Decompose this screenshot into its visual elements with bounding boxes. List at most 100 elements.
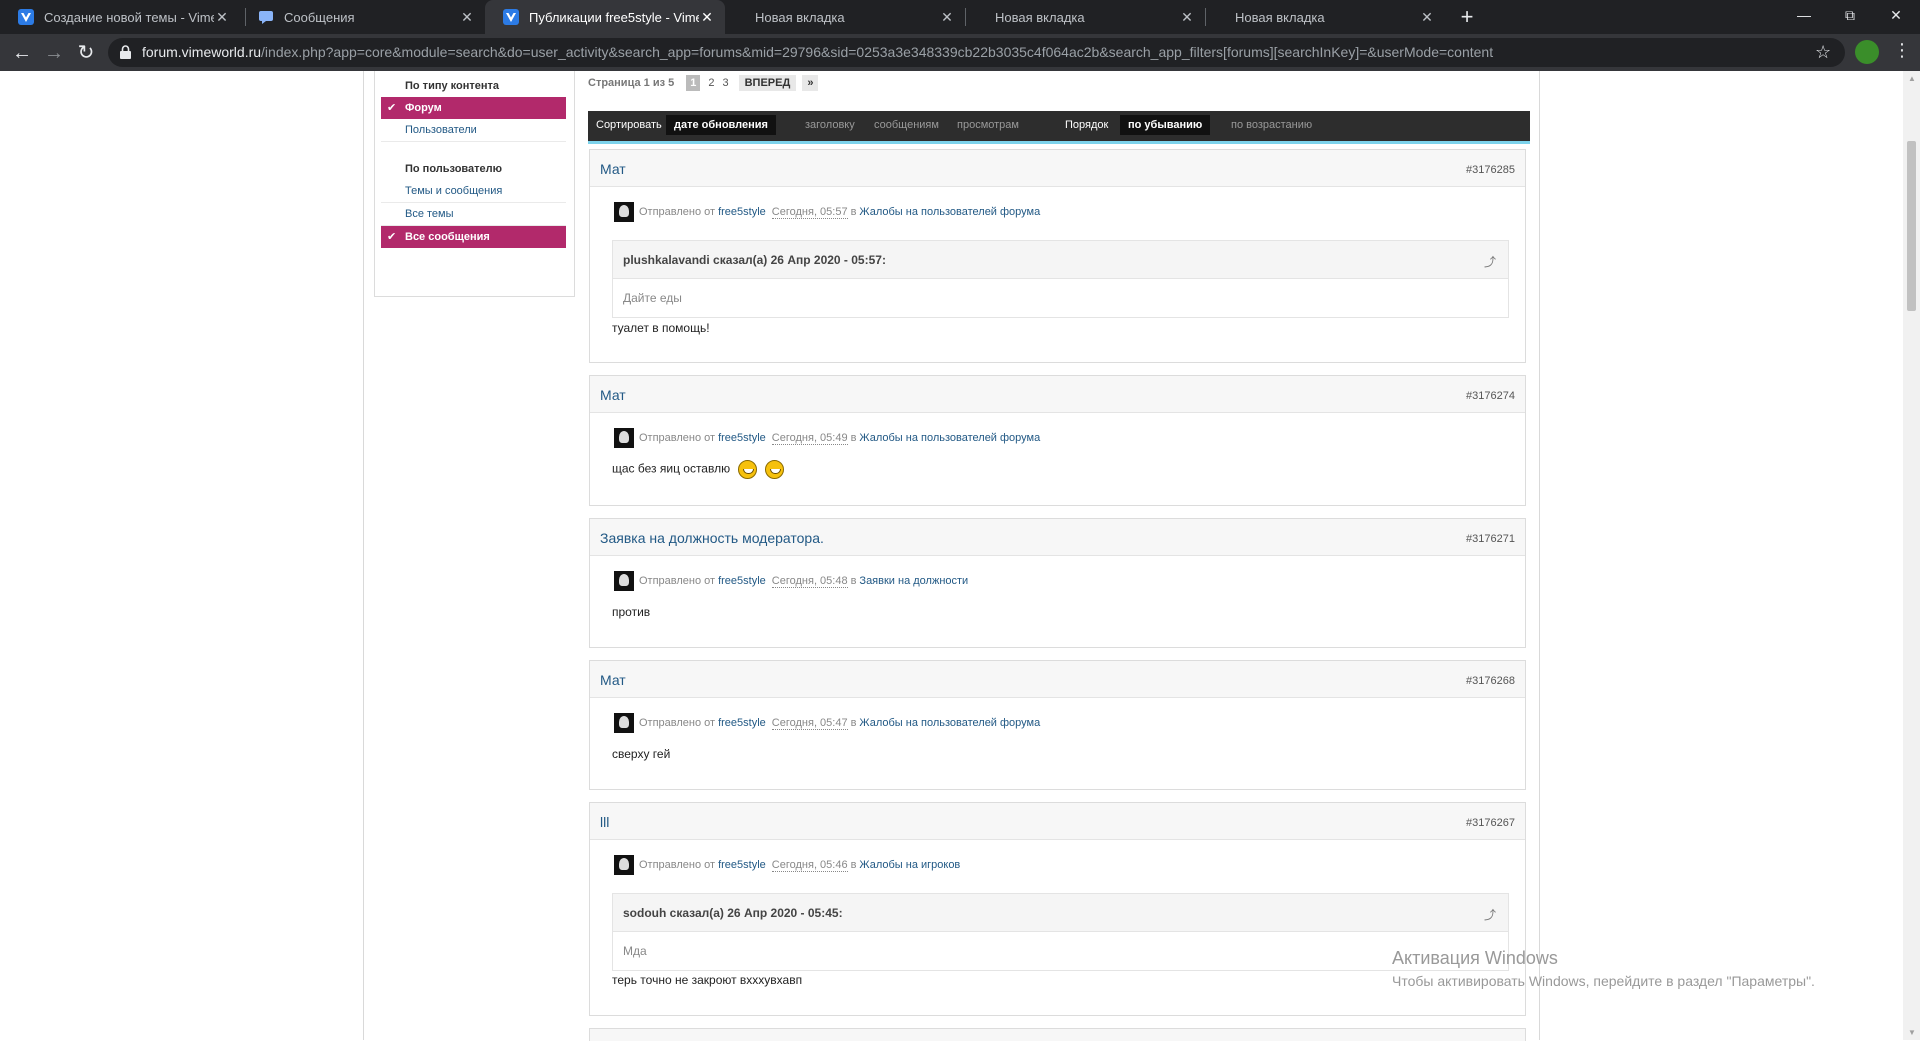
page-1-current: 1	[686, 75, 701, 91]
forum-link[interactable]: Жалобы на пользователей форума	[859, 206, 1040, 218]
page-3-link[interactable]: 3	[722, 77, 728, 89]
restore-icon[interactable]: ⧉	[1827, 0, 1873, 30]
tab-title: Создание новой темы - VimeWorld	[44, 9, 214, 25]
close-icon[interactable]: ✕	[214, 9, 230, 26]
minimize-icon[interactable]: —	[1781, 0, 1827, 30]
post-header: Мат #3176268	[590, 661, 1525, 698]
window-close-icon[interactable]: ✕	[1873, 0, 1919, 30]
tab-title: Публикации free5style - VimeWorld	[529, 9, 699, 25]
post-header: Мат #3176274	[590, 376, 1525, 413]
post-title-link[interactable]: lll	[600, 814, 609, 830]
search-result-post: Мат #3176274 Отправлено от free5style Се…	[589, 375, 1526, 506]
avatar[interactable]	[614, 855, 634, 875]
close-icon[interactable]: ✕	[939, 9, 955, 26]
sort-label: Сортировать	[596, 119, 662, 131]
watermark-subtitle: Чтобы активировать Windows, перейдите в …	[1392, 973, 1815, 989]
close-icon[interactable]: ✕	[1419, 9, 1435, 26]
post-body: туалет в помощь!	[612, 321, 710, 335]
posted-by-label: Отправлено от	[639, 206, 716, 218]
vimeworld-icon	[503, 9, 519, 25]
scroll-down-icon[interactable]: ▼	[1908, 1028, 1916, 1037]
avatar[interactable]	[614, 202, 634, 222]
post-title-link[interactable]: Заявка на должность модератора.	[600, 530, 824, 546]
watermark-title: Активация Windows	[1392, 948, 1558, 968]
browser-tab-strip: Создание новой темы - VimeWorld ✕ Сообще…	[0, 0, 1920, 34]
browser-tab-6[interactable]: Новая вкладка ✕	[1205, 0, 1445, 34]
forum-link[interactable]: Жалобы на игроков	[859, 859, 960, 871]
post-id-link[interactable]: #3176274	[1466, 390, 1515, 402]
post-title-link[interactable]: Мат	[600, 387, 626, 403]
last-page-button[interactable]: »	[802, 75, 819, 91]
back-arrow-icon[interactable]: ←	[10, 41, 34, 65]
page-right-border	[1539, 71, 1540, 1040]
author-link[interactable]: free5style	[718, 432, 766, 444]
post-header: Заявка на должность модератора. #3176271	[590, 519, 1525, 556]
scroll-up-icon[interactable]: ▲	[1908, 74, 1916, 83]
filter-item-topics-and-posts[interactable]: Темы и сообщения	[381, 180, 566, 203]
in-label: в	[850, 859, 857, 871]
reload-icon[interactable]: ↻	[74, 41, 98, 65]
filter-item-all-topics[interactable]: Все темы	[381, 203, 566, 226]
search-result-post: Мат #3176268 Отправлено от free5style Се…	[589, 660, 1526, 790]
post-meta: Отправлено от free5style Сегодня, 05:46 …	[614, 855, 960, 875]
profile-avatar[interactable]	[1855, 40, 1879, 64]
order-descending[interactable]: по убыванию	[1120, 115, 1211, 135]
browser-tab-1[interactable]: Создание новой темы - VimeWorld ✕	[0, 0, 240, 34]
forum-link[interactable]: Жалобы на пользователей форума	[859, 717, 1040, 729]
laughing-smiley-icon	[738, 460, 758, 479]
scrollbar-thumb[interactable]	[1907, 141, 1916, 311]
forward-arrow-icon[interactable]: →	[42, 41, 66, 65]
filter-item-users[interactable]: Пользователи	[381, 119, 566, 142]
post-body: против	[612, 605, 651, 619]
in-label: в	[850, 575, 857, 587]
close-icon[interactable]: ✕	[699, 9, 715, 26]
order-ascending[interactable]: по возрастанию	[1231, 119, 1312, 131]
in-label: в	[850, 206, 857, 218]
post-id-link[interactable]: #3176285	[1466, 164, 1515, 176]
avatar[interactable]	[614, 571, 634, 591]
tab-title: Новая вкладка	[755, 9, 845, 25]
post-id-link[interactable]: #3176268	[1466, 675, 1515, 687]
post-time: Сегодня, 05:57	[771, 205, 848, 219]
post-time: Сегодня, 05:48	[771, 574, 848, 588]
menu-kebab-icon[interactable]: ⋮	[1893, 40, 1911, 61]
post-id-link[interactable]: #3176267	[1466, 817, 1515, 829]
post-title-link[interactable]: Мат	[600, 161, 626, 177]
address-bar[interactable]: forum.vimeworld.ru/index.php?app=core&mo…	[108, 38, 1845, 67]
browser-tab-2[interactable]: Сообщения ✕	[240, 0, 485, 34]
browser-tab-5[interactable]: Новая вкладка ✕	[965, 0, 1205, 34]
page-scrollbar[interactable]: ▲ ▼	[1903, 71, 1920, 1040]
close-icon[interactable]: ✕	[1179, 9, 1195, 26]
tab-title: Новая вкладка	[1235, 9, 1325, 25]
forum-link[interactable]: Заявки на должности	[859, 575, 968, 587]
sort-by-views[interactable]: просмотрам	[957, 119, 1019, 131]
posted-by-label: Отправлено от	[639, 432, 716, 444]
sort-by-title[interactable]: заголовку	[805, 119, 855, 131]
new-tab-button[interactable]: +	[1455, 5, 1479, 29]
filter-item-forum[interactable]: ✔ Форум	[381, 97, 566, 119]
post-body-line: щас без яиц оставлю	[612, 460, 785, 479]
avatar[interactable]	[614, 713, 634, 733]
url-host: forum.vimeworld.ru	[142, 44, 262, 60]
author-link[interactable]: free5style	[718, 206, 766, 218]
next-page-button[interactable]: ВПЕРЕД	[738, 75, 797, 91]
sort-by-posts[interactable]: сообщениям	[874, 119, 939, 131]
forum-link[interactable]: Жалобы на пользователей форума	[859, 432, 1040, 444]
browser-tab-4[interactable]: Новая вкладка ✕	[725, 0, 965, 34]
filter-heading-by-user: По пользователю	[405, 163, 503, 175]
avatar[interactable]	[614, 428, 634, 448]
page-2-link[interactable]: 2	[708, 77, 714, 89]
author-link[interactable]: free5style	[718, 717, 766, 729]
author-link[interactable]: free5style	[718, 575, 766, 587]
browser-tab-3-active[interactable]: Публикации free5style - VimeWorld ✕	[485, 0, 725, 34]
post-title-link[interactable]: Мат	[600, 672, 626, 688]
bookmark-star-icon[interactable]: ☆	[1815, 42, 1831, 63]
close-icon[interactable]: ✕	[459, 9, 475, 26]
sort-by-updated[interactable]: дате обновления	[666, 115, 776, 135]
quote-link-icon[interactable]: ⤴	[1484, 253, 1496, 270]
filter-item-all-posts[interactable]: ✔ Все сообщения	[381, 226, 566, 248]
post-body: щас без яиц оставлю	[612, 461, 731, 476]
quote-link-icon[interactable]: ⤴	[1484, 906, 1496, 923]
author-link[interactable]: free5style	[718, 859, 766, 871]
post-id-link[interactable]: #3176271	[1466, 533, 1515, 545]
